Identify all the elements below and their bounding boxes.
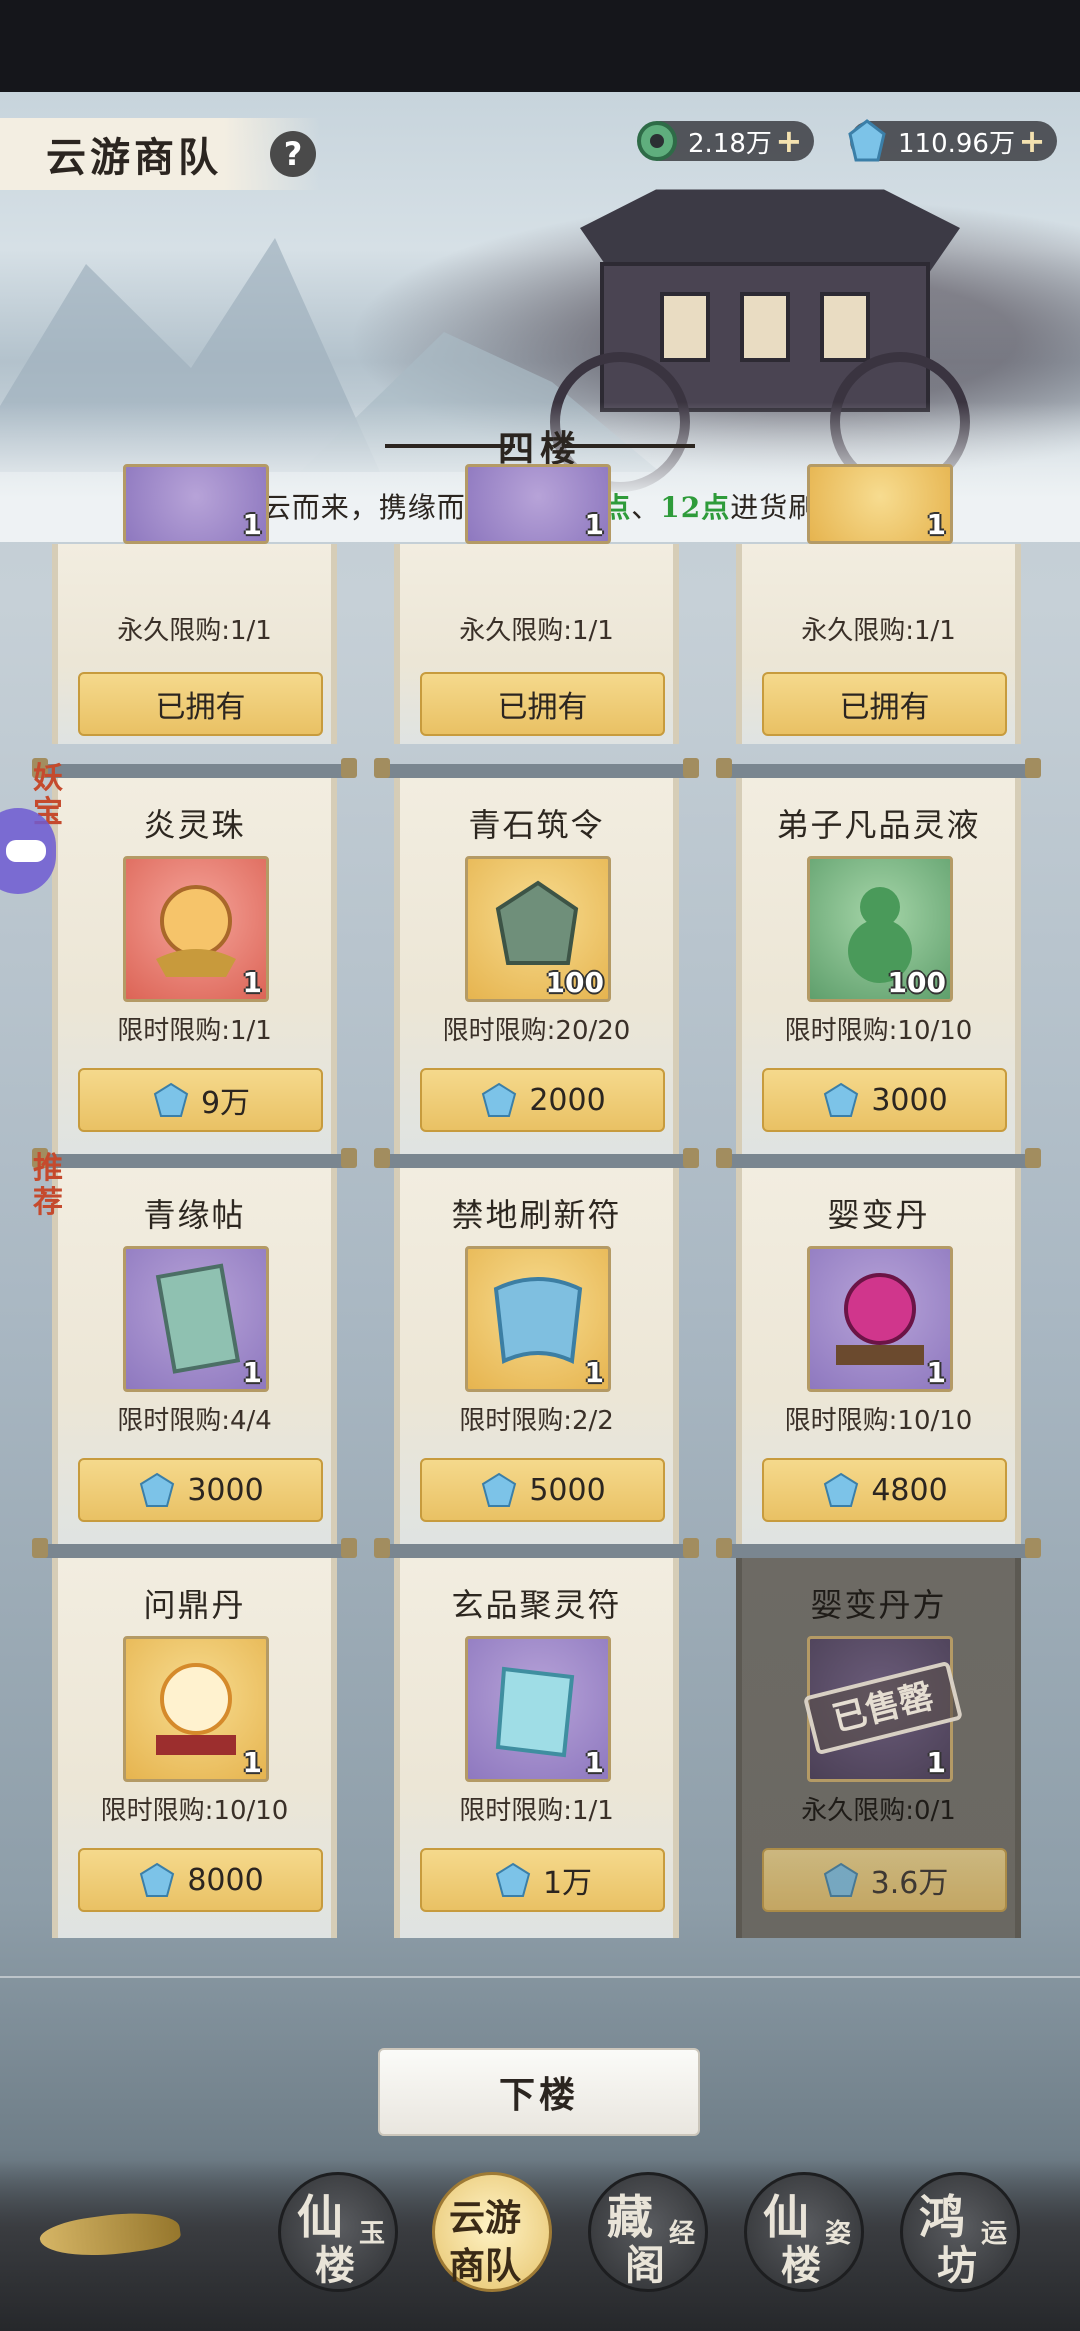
- spirit-stone-value: 110.96万: [898, 128, 1015, 159]
- talisman-scroll-icon: 1: [465, 1246, 611, 1392]
- price: 1万: [542, 1866, 593, 1901]
- nav-tab-5[interactable]: 鸿坊运: [900, 2172, 1020, 2292]
- shop-item-card[interactable]: 禁地刷新符 1 限时限购:2/2 5000: [374, 1148, 699, 1548]
- add-spirit-stone-button[interactable]: +: [1015, 122, 1049, 160]
- talisman-scroll-icon: 1: [465, 1636, 611, 1782]
- spirit-stone-icon: [824, 1472, 859, 1507]
- jade-coin-icon: [637, 121, 677, 161]
- gourd-icon: 100: [807, 856, 953, 1002]
- add-jade-button[interactable]: +: [772, 122, 806, 160]
- item-name: 玄品聚灵符: [451, 1586, 622, 1624]
- nav-tab-1[interactable]: 仙楼玉: [278, 2172, 398, 2292]
- buy-button[interactable]: 3000: [762, 1068, 1007, 1132]
- purchase-limit: 限时限购:2/2: [459, 1406, 614, 1436]
- nav-tab-3[interactable]: 藏阁经: [588, 2172, 708, 2292]
- yinyang-pill-icon: 1: [123, 1636, 269, 1782]
- purchase-limit: 限时限购:20/20: [442, 1016, 631, 1046]
- currency-jade: 2.18万 +: [637, 116, 814, 166]
- book-icon: 1: [123, 1246, 269, 1392]
- item-name: 青缘帖: [143, 1196, 246, 1234]
- nav-tab-caravan[interactable]: 云游 商队: [432, 2172, 552, 2292]
- jade-coin-value: 2.18万: [688, 128, 772, 159]
- buy-button-disabled: 3.6万: [762, 1848, 1007, 1912]
- item-name: 婴变丹: [827, 1196, 930, 1234]
- item-name: 青石筑令: [468, 806, 605, 844]
- owned-button[interactable]: 已拥有: [78, 672, 323, 736]
- status-bar: [0, 0, 1080, 92]
- buy-button[interactable]: 9万: [78, 1068, 323, 1132]
- pill-orb-icon: 1: [807, 1246, 953, 1392]
- owned-button[interactable]: 已拥有: [420, 672, 665, 736]
- buy-button[interactable]: 3000: [78, 1458, 323, 1522]
- shop-item-card[interactable]: 炎灵珠 1 限时限购:1/1 9万: [32, 758, 357, 1158]
- purchase-limit: 限时限购:1/1: [459, 1796, 614, 1826]
- spirit-stone-icon: [140, 1472, 175, 1507]
- purchase-limit: 限时限购:4/4: [117, 1406, 272, 1436]
- page-title: 云游商队: [46, 134, 222, 181]
- shop-item-card: 1 永久限购:1/1 已拥有: [394, 464, 679, 744]
- purchase-limit: 永久限购:1/1: [801, 616, 956, 646]
- shop-item-card[interactable]: 青石筑令 100 限时限购:20/20 2000: [374, 758, 699, 1158]
- purchase-limit: 限时限购:1/1: [117, 1016, 272, 1046]
- item-name: 问鼎丹: [143, 1586, 246, 1624]
- help-button[interactable]: ?: [270, 131, 316, 177]
- price: 4800: [871, 1472, 948, 1508]
- buy-button[interactable]: 5000: [420, 1458, 665, 1522]
- divider: [0, 1976, 1080, 1978]
- item-name: 炎灵珠: [143, 806, 246, 844]
- fire-orb-icon: 1: [123, 856, 269, 1002]
- shop-item-card: 1 永久限购:1/1 已拥有: [736, 464, 1021, 744]
- spirit-stone-icon: [140, 1862, 175, 1897]
- tag-recommended: 推荐: [33, 1151, 63, 1220]
- purchase-limit: 限时限购:10/10: [784, 1406, 973, 1436]
- shop-item-card[interactable]: 青缘帖 1 限时限购:4/4 3000: [32, 1148, 357, 1548]
- purchase-limit: 永久限购:0/1: [801, 1796, 956, 1826]
- price: 3.6万: [870, 1866, 949, 1901]
- purchase-limit: 永久限购:1/1: [459, 616, 614, 646]
- buy-button[interactable]: 8000: [78, 1848, 323, 1912]
- purchase-limit: 限时限购:10/10: [784, 1016, 973, 1046]
- shop-item-card[interactable]: 婴变丹 1 限时限购:10/10 4800: [716, 1148, 1041, 1548]
- floating-gamepad-button[interactable]: [0, 808, 56, 894]
- price: 2000: [529, 1082, 606, 1118]
- buy-button[interactable]: 2000: [420, 1068, 665, 1132]
- scroll-item-icon: 1: [465, 464, 611, 544]
- spirit-stone-icon: [482, 1082, 517, 1117]
- spirit-stone-icon: [153, 1082, 189, 1117]
- item-name: 婴变丹方: [810, 1586, 947, 1624]
- scroll-item-icon: 1: [123, 464, 269, 544]
- price: 9万: [200, 1086, 251, 1121]
- buy-button[interactable]: 4800: [762, 1458, 1007, 1522]
- scroll-item-icon: 1: [807, 464, 953, 544]
- shop-item-card[interactable]: 玄品聚灵符 1 限时限购:1/1 1万: [374, 1538, 699, 1938]
- currency-spirit-stone: 110.96万 +: [848, 116, 1057, 166]
- gamepad-icon: [6, 840, 46, 862]
- price: 3000: [871, 1082, 948, 1118]
- spirit-stone-icon: [848, 119, 886, 162]
- owned-button[interactable]: 已拥有: [762, 672, 1007, 736]
- shop-item-card-sold-out: 婴变丹方 1 已售罄 永久限购:0/1 3.6万: [716, 1538, 1041, 1938]
- price: 5000: [529, 1472, 606, 1508]
- spirit-stone-icon: [482, 1472, 517, 1507]
- spirit-stone-icon: [823, 1862, 858, 1897]
- item-name: 禁地刷新符: [451, 1196, 622, 1234]
- purchase-limit: 永久限购:1/1: [117, 616, 272, 646]
- shop-item-card[interactable]: 弟子凡品灵液 100 限时限购:10/10 3000: [716, 758, 1041, 1158]
- spirit-stone-icon: [824, 1082, 859, 1117]
- item-name: 弟子凡品灵液: [776, 806, 981, 844]
- buy-button[interactable]: 1万: [420, 1848, 665, 1912]
- nav-tab-4[interactable]: 仙楼姿: [744, 2172, 864, 2292]
- shop-item-card: 1 永久限购:1/1 已拥有: [52, 464, 337, 744]
- price: 3000: [187, 1472, 264, 1508]
- stone-token-icon: 100: [465, 856, 611, 1002]
- shop-item-card[interactable]: 问鼎丹 1 限时限购:10/10 8000: [32, 1538, 357, 1938]
- go-downstairs-button[interactable]: 下楼: [378, 2048, 700, 2136]
- spirit-stone-icon: [495, 1862, 531, 1897]
- price: 8000: [187, 1862, 264, 1898]
- purchase-limit: 限时限购:10/10: [100, 1796, 289, 1826]
